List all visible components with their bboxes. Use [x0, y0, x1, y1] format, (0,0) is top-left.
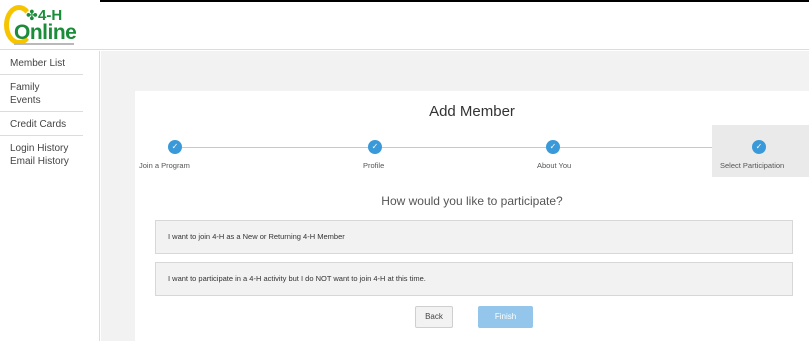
check-icon: ✓ — [368, 140, 382, 154]
4h-online-logo[interactable]: ✤ 4-H Online — [4, 3, 84, 49]
sidebar-item-member-list[interactable]: Member List — [0, 57, 83, 70]
nav-group-history: Login History Email History — [0, 136, 83, 172]
step-label: Join a Program — [139, 161, 190, 170]
add-member-card: Add Member ✓ Join a Program ✓ Profile ✓ … — [135, 91, 809, 341]
check-icon: ✓ — [168, 140, 182, 154]
finish-button[interactable]: Finish — [478, 306, 533, 328]
participation-question: How would you like to participate? — [381, 194, 563, 208]
page-title: Add Member — [429, 103, 515, 120]
step-about-you[interactable]: ✓ About You — [513, 125, 593, 177]
step-profile[interactable]: ✓ Profile — [335, 125, 415, 177]
option-participate-without-joining[interactable]: I want to participate in a 4-H activity … — [155, 262, 793, 296]
step-select-participation[interactable]: ✓ Select Participation — [712, 125, 809, 177]
nav-group-payments: Credit Cards — [0, 112, 83, 136]
sidebar-item-login-history[interactable]: Login History — [0, 142, 83, 155]
check-icon: ✓ — [752, 140, 766, 154]
sidebar-item-credit-cards[interactable]: Credit Cards — [0, 118, 83, 131]
step-label: Select Participation — [720, 161, 785, 170]
main-content: Add Member ✓ Join a Program ✓ Profile ✓ … — [101, 51, 809, 341]
back-button[interactable]: Back — [415, 306, 453, 328]
step-label: About You — [537, 161, 572, 170]
top-bar: ✤ 4-H Online — [0, 0, 809, 50]
check-icon: ✓ — [546, 140, 560, 154]
sidebar-nav: Member List Family Events Credit Cards L… — [0, 51, 100, 341]
wizard-stepper: ✓ Join a Program ✓ Profile ✓ About You ✓… — [135, 125, 809, 177]
stepper-track — [175, 147, 755, 148]
logo-tagline-mark — [14, 43, 74, 45]
sidebar-item-family[interactable]: Family — [0, 81, 83, 94]
logo-text-online: Online — [14, 21, 77, 44]
sidebar-item-email-history[interactable]: Email History — [0, 155, 83, 168]
option-join-4h-member[interactable]: I want to join 4-H as a New or Returning… — [155, 220, 793, 254]
top-border — [100, 0, 809, 2]
nav-group-family: Family Events — [0, 75, 83, 112]
step-label: Profile — [363, 161, 385, 170]
step-join-a-program[interactable]: ✓ Join a Program — [135, 125, 215, 177]
sidebar-item-events[interactable]: Events — [0, 94, 83, 107]
nav-group-members: Member List — [0, 51, 83, 75]
